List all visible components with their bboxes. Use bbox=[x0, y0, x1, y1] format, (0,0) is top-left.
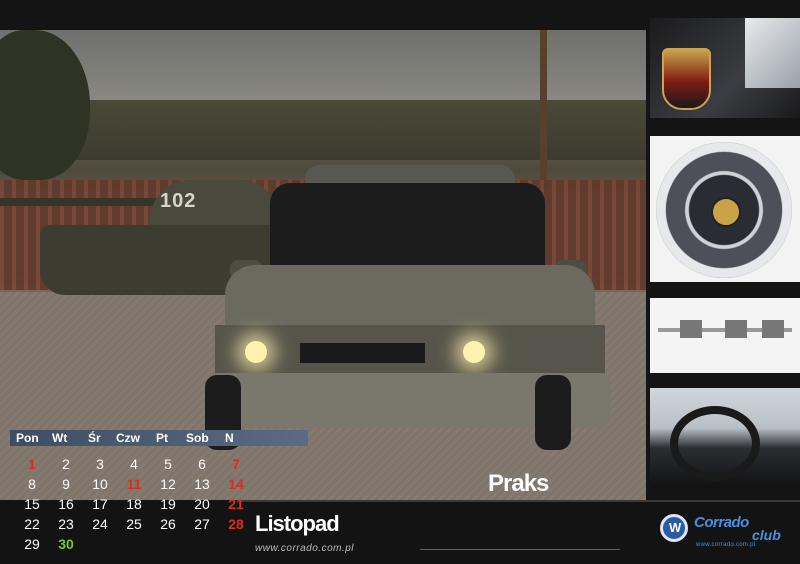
calendar-week: 8 9 10 11 12 13 14 bbox=[10, 476, 260, 496]
logo-club: club bbox=[752, 527, 781, 543]
calendar-day: 13 bbox=[194, 476, 210, 492]
calendar-day: 16 bbox=[58, 496, 74, 512]
calendar-day: 30 bbox=[58, 536, 74, 552]
calendar-day: 12 bbox=[160, 476, 176, 492]
exhaust-photo bbox=[650, 298, 800, 373]
calendar-day: 23 bbox=[58, 516, 74, 532]
calendar-day: 3 bbox=[96, 456, 104, 472]
weekday-header: Pon Wt Śr Czw Pt Sob N bbox=[10, 430, 308, 446]
calendar-day: 15 bbox=[24, 496, 40, 512]
weekday-label: Czw bbox=[116, 431, 140, 445]
calendar-day: 4 bbox=[130, 456, 138, 472]
calendar-day: 8 bbox=[28, 476, 36, 492]
calendar-day: 18 bbox=[126, 496, 142, 512]
steering-wheel-icon bbox=[670, 406, 760, 481]
calendar-day: 27 bbox=[194, 516, 210, 532]
weekday-label: Pon bbox=[16, 431, 39, 445]
vw-logo-icon: W bbox=[660, 514, 688, 542]
weekday-label: Śr bbox=[88, 431, 101, 445]
calendar-day: 21 bbox=[228, 496, 244, 512]
calendar-day: 24 bbox=[92, 516, 108, 532]
calendar-page: 102 Praks Praks bbox=[0, 0, 800, 564]
calendar-day: 10 bbox=[92, 476, 108, 492]
calendar-day: 6 bbox=[198, 456, 206, 472]
calendar-week: 15 16 17 18 19 20 21 bbox=[10, 496, 260, 516]
logo-wordmark: Corrado bbox=[694, 514, 749, 531]
website-url: www.corrado.com.pl bbox=[255, 543, 355, 554]
calendar-week: 1 2 3 4 5 6 7 bbox=[10, 456, 260, 476]
calendar-day: 17 bbox=[92, 496, 108, 512]
calendar-day: 29 bbox=[24, 536, 40, 552]
corrado-club-logo: W Corrado club www.corrado.com.pl bbox=[660, 514, 795, 550]
badge-photo bbox=[650, 18, 800, 118]
calendar-day: 11 bbox=[126, 476, 142, 492]
calendar-day: 14 bbox=[228, 476, 244, 492]
calendar-day: 28 bbox=[228, 516, 244, 532]
porsche-crest-icon bbox=[662, 48, 711, 110]
calendar-day: 22 bbox=[24, 516, 40, 532]
calendar-day: 20 bbox=[194, 496, 210, 512]
wheel-photo bbox=[650, 136, 800, 282]
month-name: Listopad bbox=[255, 511, 340, 536]
weekday-label: Sob bbox=[186, 431, 209, 445]
car bbox=[205, 165, 620, 455]
calendar-day: 25 bbox=[126, 516, 142, 532]
calendar-day: 1 bbox=[28, 456, 36, 472]
calendar-day: 26 bbox=[160, 516, 176, 532]
calendar-day: 2 bbox=[62, 456, 70, 472]
tank-number: 102 bbox=[160, 190, 197, 212]
calendar-day: 5 bbox=[164, 456, 172, 472]
calendar-week: 22 23 24 25 26 27 28 bbox=[10, 516, 260, 536]
calendar-day: 7 bbox=[232, 456, 240, 472]
weekday-label: N bbox=[225, 431, 234, 445]
weekday-label: Pt bbox=[156, 431, 168, 445]
calendar-day: 19 bbox=[160, 496, 176, 512]
weekday-label: Wt bbox=[52, 431, 68, 445]
logo-url: www.corrado.com.pl bbox=[696, 542, 756, 548]
calendar-week: 29 30 bbox=[10, 536, 260, 556]
interior-photo bbox=[650, 388, 800, 488]
page-title: Praks bbox=[488, 470, 549, 497]
calendar-day: 9 bbox=[62, 476, 70, 492]
